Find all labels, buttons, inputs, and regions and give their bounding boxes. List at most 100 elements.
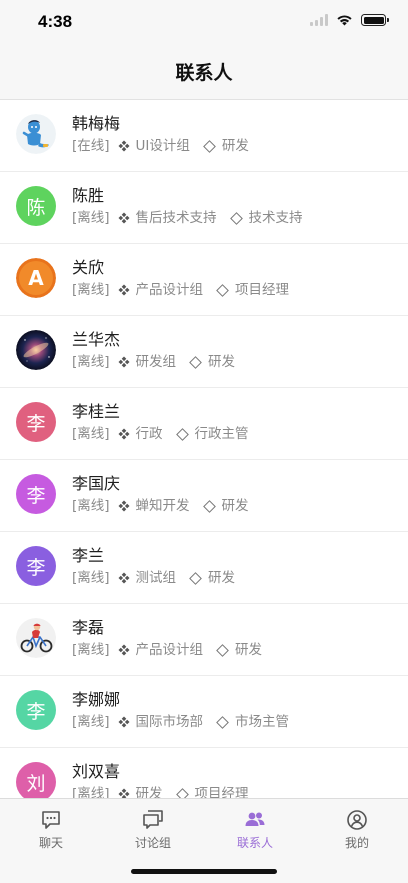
contact-meta: [离线] 蝉知开发 研发 xyxy=(72,497,249,515)
department-name: 研发组 xyxy=(135,354,177,370)
contact-row[interactable]: 李磊 [离线] 产品设计组 研发 xyxy=(0,604,408,676)
tab-chat[interactable]: 聊天 xyxy=(11,809,91,851)
department-name: 测试组 xyxy=(135,570,177,586)
position-icon xyxy=(203,139,216,153)
contact-meta: [离线] 研发 项目经理 xyxy=(72,785,249,798)
cyclist-avatar-icon xyxy=(16,618,56,658)
status-bar: 4:38 xyxy=(0,0,408,44)
department-name: 行政 xyxy=(135,426,163,442)
navigation-bar: 联系人 xyxy=(0,44,408,100)
position-name: 研发 xyxy=(208,570,236,586)
online-status: [离线] xyxy=(72,426,110,442)
position-icon xyxy=(175,787,189,798)
letter-a-avatar-icon: A xyxy=(16,258,56,298)
contact-row[interactable]: 李 李娜娜 [离线] 国际市场部 市场主管 xyxy=(0,676,408,748)
position-name: 市场主管 xyxy=(235,714,290,730)
contact-name: 李娜娜 xyxy=(72,690,121,709)
online-status: [离线] xyxy=(72,354,110,370)
contact-name: 李国庆 xyxy=(72,474,121,493)
tab-label: 我的 xyxy=(344,836,369,850)
contact-row[interactable]: 李 李国庆 [离线] 蝉知开发 研发 xyxy=(0,460,408,532)
avatar-initial: 李 xyxy=(16,474,56,514)
department-icon xyxy=(118,644,130,656)
department-icon xyxy=(118,500,130,512)
contact-row[interactable]: 陈 陈胜 [离线] 售后技术支持 技术支持 xyxy=(0,172,408,244)
contacts-icon xyxy=(245,812,265,826)
contact-meta: [在线] UI设计组 研发 xyxy=(72,137,249,155)
contact-meta: [离线] 售后技术支持 技术支持 xyxy=(72,209,303,227)
wifi-icon xyxy=(337,15,352,26)
department-icon xyxy=(118,140,130,152)
home-indicator xyxy=(131,869,277,874)
contact-row[interactable]: 刘 刘双喜 [离线] 研发 项目经理 xyxy=(0,748,408,798)
tab-discussion[interactable]: 讨论组 xyxy=(113,809,193,851)
position-icon xyxy=(216,283,229,297)
online-status: [在线] xyxy=(72,138,110,154)
position-name: 项目经理 xyxy=(194,786,249,798)
department-name: 产品设计组 xyxy=(135,282,204,298)
contact-row[interactable]: A 关欣 [离线] 产品设计组 项目经理 xyxy=(0,244,408,316)
online-status: [离线] xyxy=(72,642,110,658)
page-title: 联系人 xyxy=(175,62,233,84)
contact-list[interactable]: 韩梅梅 [在线] UI设计组 研发 陈 陈胜 [离线] 售后技术支持 技术支持 … xyxy=(0,100,408,798)
department-icon xyxy=(118,572,130,584)
position-name: 项目经理 xyxy=(235,282,290,298)
avatar-initial: 李 xyxy=(16,546,56,586)
department-name: 售后技术支持 xyxy=(135,210,217,226)
contact-row[interactable]: 李 李桂兰 [离线] 行政 行政主管 xyxy=(0,388,408,460)
avatar-initial: 李 xyxy=(16,402,56,442)
position-name: 研发 xyxy=(221,138,249,154)
position-icon xyxy=(216,715,229,729)
position-icon xyxy=(189,571,202,585)
department-icon xyxy=(118,716,130,728)
contact-name: 关欣 xyxy=(72,258,105,277)
position-name: 研发 xyxy=(208,354,236,370)
position-icon xyxy=(229,211,243,225)
tab-contacts[interactable]: 联系人 xyxy=(215,809,295,851)
battery-icon xyxy=(361,14,389,26)
position-icon xyxy=(175,427,189,441)
genie-avatar-icon xyxy=(16,114,56,154)
avatar-initial: 李 xyxy=(16,690,56,730)
contact-row[interactable]: 李 李兰 [离线] 测试组 研发 xyxy=(0,532,408,604)
contact-meta: [离线] 国际市场部 市场主管 xyxy=(72,713,289,731)
position-name: 行政主管 xyxy=(194,426,249,442)
chat-bubble-icon xyxy=(42,811,60,829)
status-time: 4:38 xyxy=(38,12,73,31)
department-name: 产品设计组 xyxy=(135,642,204,658)
contact-meta: [离线] 行政 行政主管 xyxy=(72,425,249,443)
department-icon xyxy=(118,788,130,798)
tab-profile[interactable]: 我的 xyxy=(317,809,397,851)
online-status: [离线] xyxy=(72,786,110,798)
contact-name: 刘双喜 xyxy=(72,762,121,781)
contact-row[interactable]: 韩梅梅 [在线] UI设计组 研发 xyxy=(0,100,408,172)
online-status: [离线] xyxy=(72,498,110,514)
discussion-icon xyxy=(143,810,163,829)
contact-name: 李桂兰 xyxy=(72,402,121,421)
tab-label: 聊天 xyxy=(38,836,63,850)
profile-icon xyxy=(347,810,367,830)
tab-label: 联系人 xyxy=(236,836,273,850)
online-status: [离线] xyxy=(72,714,110,730)
department-icon xyxy=(118,212,130,224)
department-name: 蝉知开发 xyxy=(135,498,190,514)
galaxy-avatar-icon xyxy=(16,330,56,370)
contact-name: 李兰 xyxy=(72,546,105,565)
department-icon xyxy=(118,428,130,440)
cellular-signal-icon xyxy=(310,14,328,26)
position-icon xyxy=(216,643,229,657)
contact-meta: [离线] 产品设计组 研发 xyxy=(72,641,262,659)
avatar-initial: 陈 xyxy=(16,186,56,226)
tab-label: 讨论组 xyxy=(134,836,171,850)
contact-row[interactable]: 兰华杰 [离线] 研发组 研发 xyxy=(0,316,408,388)
department-name: 国际市场部 xyxy=(135,714,204,730)
position-name: 研发 xyxy=(221,498,249,514)
contact-name: 陈胜 xyxy=(72,186,105,205)
position-name: 技术支持 xyxy=(248,210,303,226)
online-status: [离线] xyxy=(72,570,110,586)
status-icons xyxy=(310,14,389,26)
department-icon xyxy=(118,356,130,368)
department-name: UI设计组 xyxy=(135,138,190,154)
avatar-initial: 刘 xyxy=(16,762,56,798)
department-icon xyxy=(118,284,130,296)
